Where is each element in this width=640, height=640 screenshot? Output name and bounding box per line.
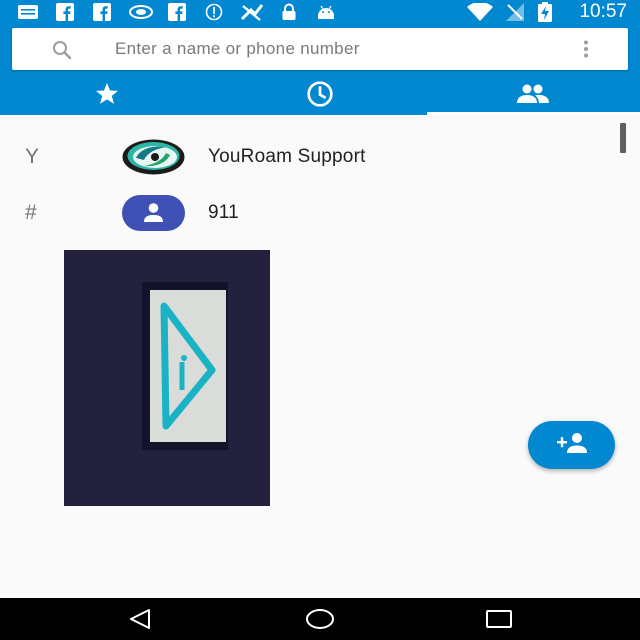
search-icon[interactable]: [50, 38, 74, 62]
default-person-icon: [122, 195, 185, 231]
wifi-icon: [466, 3, 494, 21]
vpn-icon: [238, 3, 266, 21]
tab-bar: [0, 76, 640, 115]
message-icon: [17, 3, 39, 21]
youroam-logo-icon: [122, 139, 185, 175]
clock-icon: [304, 78, 336, 114]
tab-contacts[interactable]: [426, 76, 640, 115]
facebook-icon: [55, 3, 75, 21]
app-preview-image: [64, 250, 270, 506]
status-time: 10:57: [579, 1, 627, 22]
home-icon[interactable]: [300, 604, 340, 634]
circle-info-icon: [204, 3, 224, 21]
people-icon: [515, 82, 551, 110]
lock-icon: [280, 3, 298, 21]
navigation-bar: [0, 598, 640, 640]
nvidia-icon: [128, 3, 154, 21]
add-contact-button[interactable]: [528, 421, 615, 469]
facebook-icon: [167, 3, 187, 21]
tab-favorites[interactable]: [0, 76, 213, 115]
contact-name: YouRoam Support: [208, 146, 366, 167]
app-header: [0, 24, 640, 115]
facebook-icon: [92, 3, 112, 21]
android-icon: [316, 3, 336, 21]
scrollbar[interactable]: [620, 123, 626, 153]
tab-recents[interactable]: [213, 76, 426, 115]
back-icon[interactable]: [120, 604, 160, 634]
contact-list[interactable]: Y YouRoam Support # 911: [0, 115, 640, 598]
section-letter: #: [25, 201, 37, 224]
add-contact-icon: [555, 432, 589, 458]
status-bar: 10:57: [0, 0, 640, 24]
more-options-icon[interactable]: [576, 39, 596, 59]
no-sim-icon: [505, 3, 525, 21]
star-icon: [92, 80, 122, 112]
contact-row[interactable]: # 911: [0, 185, 600, 241]
recents-square-icon[interactable]: [479, 604, 519, 634]
battery-charging-icon: [537, 2, 553, 22]
section-letter: Y: [25, 145, 40, 168]
contact-row[interactable]: Y YouRoam Support: [0, 129, 600, 185]
search-box[interactable]: [12, 28, 628, 70]
contact-name: 911: [208, 202, 239, 223]
search-input[interactable]: [115, 28, 575, 70]
